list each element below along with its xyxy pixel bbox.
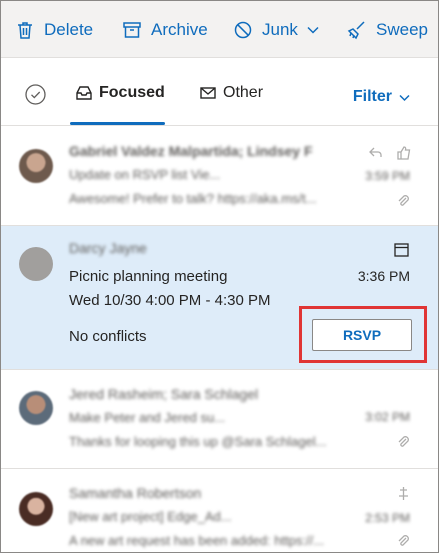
command-toolbar: Delete Archive Junk Sweep [1,1,438,58]
filter-label: Filter [352,88,392,105]
sender-name: Jered Rasheim; Sara Schlagel [69,386,259,402]
rsvp-button[interactable]: RSVP [312,319,412,351]
paperclip-icon [398,195,409,206]
avatar [19,391,53,425]
archive-label: Archive [151,19,208,39]
archive-button[interactable]: Archive [122,1,208,58]
sweep-button[interactable]: Sweep [347,1,428,58]
calendar-icon [394,243,409,257]
trash-icon [18,21,32,39]
mail-window: Delete Archive Junk Sweep Focused Other … [0,0,439,553]
junk-label: Junk [262,19,298,39]
broom-icon [347,20,365,39]
avatar [19,247,53,281]
conflict-status: No conflicts [69,328,147,345]
pin-icon [399,487,408,500]
message-time: 2:53 PM [365,511,410,525]
tab-focused-label: Focused [99,84,165,101]
sweep-label: Sweep [376,19,428,39]
message-preview: Thanks for looping this up @Sara Schlage… [69,434,327,449]
meeting-time-range: Wed 10/30 4:00 PM - 4:30 PM [69,292,271,309]
paperclip-icon [398,535,409,546]
message-item[interactable]: Jered Rasheim; Sara Schlagel Make Peter … [1,370,438,469]
like-icon [397,146,411,160]
delete-label: Delete [44,19,94,39]
message-item[interactable]: Samantha Robertson [New art project] Edg… [1,469,438,552]
sender-name: Gabriel Valdez Malpartida; Lindsey F [69,143,313,159]
message-subject: Update on RSVP list Vie... [69,167,221,182]
tab-other[interactable]: Other [199,84,263,102]
tab-focused[interactable]: Focused [75,84,165,102]
message-time: 3:59 PM [365,169,410,183]
tab-other-label: Other [223,84,264,101]
message-item[interactable]: Gabriel Valdez Malpartida; Lindsey F Upd… [1,127,438,226]
message-subject: Make Peter and Jered su... [69,410,226,425]
sender-name: Samantha Robertson [69,485,202,501]
reply-icon [369,147,382,157]
message-time: 3:36 PM [357,268,410,284]
select-all-checkbox[interactable] [25,84,46,105]
meeting-subject: Picnic planning meeting [69,268,228,285]
message-preview: Awesome! Prefer to talk? https://aka.ms/… [69,191,317,206]
inbox-icon [76,86,92,100]
archive-icon [123,21,141,38]
sender-name: Darcy Jayne [69,240,147,256]
chevron-down-icon [399,94,410,101]
mail-icon [200,87,216,99]
message-subject: [New art project] Edge_Ad... [69,509,232,524]
delete-button[interactable]: Delete [15,1,93,58]
message-time: 3:02 PM [365,410,410,424]
junk-button[interactable]: Junk [233,1,320,58]
filter-button[interactable]: Filter [353,88,411,106]
inbox-tabs: Focused Other Filter [1,58,438,126]
active-tab-indicator [70,122,165,125]
avatar [19,492,53,526]
avatar [19,149,53,183]
paperclip-icon [398,436,409,447]
block-icon [234,21,252,38]
chevron-down-icon [307,26,319,34]
message-preview: A new art request has been added: https:… [69,533,325,548]
